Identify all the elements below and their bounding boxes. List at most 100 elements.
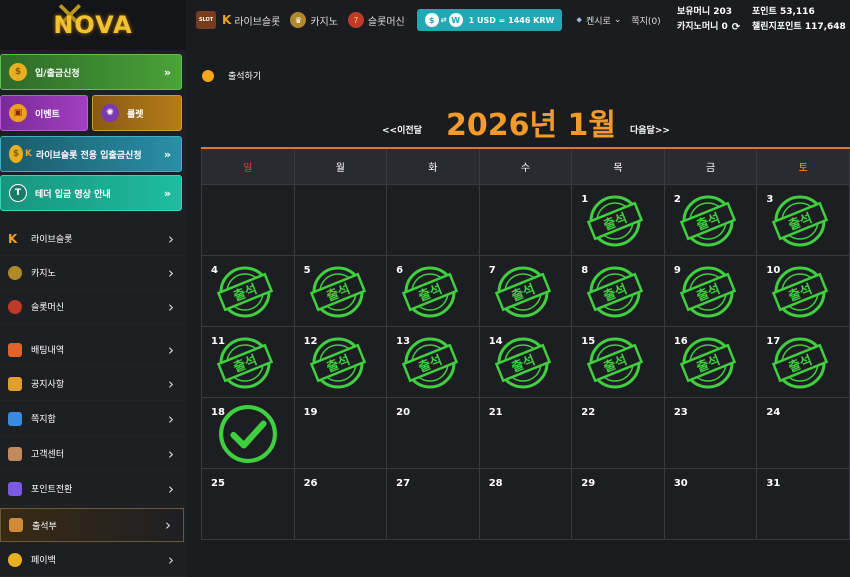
chevron-right-icon: › xyxy=(168,263,174,282)
calendar-week-row: 18 19 20 21 22 23 24 xyxy=(201,396,850,469)
chevron-right-icon: › xyxy=(168,297,174,316)
weekday-header: 화 xyxy=(386,147,480,185)
k-icon: K xyxy=(25,149,32,159)
sidebar-item-messages[interactable]: 쪽지함 › xyxy=(0,402,186,436)
calendar-empty-cell xyxy=(386,183,480,256)
attendance-stamp-icon: 출석 xyxy=(587,195,644,246)
sidebar-item-payback[interactable]: 페이백 › xyxy=(0,543,186,577)
calendar-day-cell: 7 출석 xyxy=(478,254,573,327)
attendance-stamp-icon: 출석 xyxy=(772,195,829,246)
calendar-day-cell: 28 xyxy=(478,467,573,540)
nav-live-slot[interactable]: K 라이브슬롯 xyxy=(222,13,280,28)
day-number: 29 xyxy=(581,477,596,489)
calendar-day-cell: 17 출석 xyxy=(756,325,850,398)
calendar-day-cell: 15 출석 xyxy=(571,325,665,398)
day-number: 31 xyxy=(766,477,781,489)
attendance-calendar: 일월화수목금토 1 출석 2 출석 3 출석 4 출석 5 출석 6 출석 7 … xyxy=(201,147,850,540)
sidebar-item-label: 포인트전환 xyxy=(31,485,73,495)
month-title: 2026년 1월 xyxy=(446,108,617,143)
nav-slot-machine[interactable]: 7 슬롯머신 xyxy=(347,12,405,28)
calendar-day-cell: 16 출석 xyxy=(663,325,758,398)
event-button[interactable]: ▣ 이벤트 xyxy=(0,95,88,131)
sidebar-item-bet-history[interactable]: 배팅내역 › xyxy=(0,333,186,367)
crown-icon: ♛ xyxy=(290,12,307,28)
exchange-rate-text: 1 USD = 1446 KRW xyxy=(468,15,555,25)
sidebar-item-attendance[interactable]: 출석부 › xyxy=(0,508,184,542)
calendar-day-cell: 29 xyxy=(571,467,665,540)
attendance-stamp-icon: 출석 xyxy=(772,266,829,317)
attendance-stamp-icon: 출석 xyxy=(679,337,736,388)
message-count: 쪽지(0) xyxy=(631,16,661,27)
weekday-header: 금 xyxy=(663,147,758,185)
calendar-day-cell: 5 출석 xyxy=(293,254,388,327)
calendar-day-cell: 13 출석 xyxy=(386,325,480,398)
chat-icon xyxy=(8,411,22,426)
attendance-stamp-icon: 출석 xyxy=(679,195,736,246)
day-number: 24 xyxy=(766,406,781,418)
sidebar-item-casino[interactable]: 카지노 › xyxy=(0,256,186,290)
calendar-day-cell: 18 xyxy=(201,396,295,469)
coins-icon: $ xyxy=(9,63,27,81)
coins-icon: $ xyxy=(9,145,23,163)
tether-guide-button[interactable]: T 테더 입금 영상 안내 » xyxy=(0,175,182,211)
payback-icon xyxy=(8,552,22,567)
sidebar-item-label: 카지노 xyxy=(31,269,56,279)
attendance-stamp-icon: 출석 xyxy=(401,266,459,317)
calendar-day-cell: 4 출석 xyxy=(201,254,295,327)
calendar-week-row: 4 출석 5 출석 6 출석 7 출석 8 출석 9 출석 10 출석 xyxy=(201,254,850,327)
exchange-icon xyxy=(8,481,22,496)
weekday-header: 목 xyxy=(571,147,665,185)
calendar-day-cell: 2 출석 xyxy=(663,183,758,256)
prev-month-link[interactable]: <<이전달 xyxy=(382,123,422,136)
chevron-right-icon: › xyxy=(168,444,174,463)
weekday-header: 토 xyxy=(756,147,850,185)
roulette-button[interactable]: ✺ 룰렛 xyxy=(92,95,182,131)
slot-icon xyxy=(8,299,22,314)
user-menu[interactable]: ⬥ 켄시로 ⌄ xyxy=(576,14,621,27)
attendance-stamp-icon: 출석 xyxy=(309,337,366,388)
next-month-link[interactable]: 다음달>> xyxy=(630,123,670,136)
message-link[interactable]: 쪽지(0) xyxy=(631,14,660,27)
attendance-stamp-icon: 출석 xyxy=(587,266,644,317)
nav-casino[interactable]: ♛ 카지노 xyxy=(290,12,338,28)
chevron-right-icon: › xyxy=(165,516,171,534)
event-label: 이벤트 xyxy=(35,109,60,120)
k-icon: K xyxy=(222,13,232,27)
sidebar-item-slot-machine[interactable]: 슬롯머신 › xyxy=(0,290,186,324)
calendar-empty-cell xyxy=(201,183,295,256)
live-slot-deposit-button[interactable]: $ K 라이브슬롯 전용 입출금신청 » xyxy=(0,136,182,172)
sidebar-item-notice[interactable]: 공지사항 › xyxy=(0,367,186,401)
attendance-stamp-icon: 출석 xyxy=(309,266,366,317)
sidebar-item-support[interactable]: 고객센터 › xyxy=(0,437,186,471)
title-dot-icon xyxy=(202,70,214,82)
refresh-icon[interactable]: ⟳ xyxy=(732,20,740,35)
day-number: 23 xyxy=(673,406,688,418)
roulette-label: 룰렛 xyxy=(127,109,144,120)
calendar-week-row: 25 26 27 28 29 30 31 xyxy=(201,467,850,540)
calendar-day-cell: 22 xyxy=(571,396,665,469)
attendance-stamp-icon: 출석 xyxy=(772,337,829,388)
sidebar-item-live-slot[interactable]: K 라이브슬롯 › xyxy=(0,222,186,256)
attendance-stamp-icon: 출석 xyxy=(216,266,274,317)
day-number: 28 xyxy=(488,477,503,489)
casino-money-row[interactable]: 카지노머니 0 ⟳ xyxy=(677,20,740,35)
attendance-stamp-icon: 출석 xyxy=(401,337,459,388)
hold-money: 보유머니 203 xyxy=(677,7,733,17)
receipt-icon xyxy=(8,342,22,357)
calendar-day-cell: 8 출석 xyxy=(571,254,665,327)
attendance-stamp-icon: 출석 xyxy=(494,266,551,317)
deposit-withdraw-button[interactable]: $ 입/출금신청 » xyxy=(0,54,182,90)
tether-icon: T xyxy=(9,184,27,202)
live-slot-deposit-label: 라이브슬롯 전용 입출금신청 xyxy=(35,150,142,161)
crown-icon xyxy=(8,265,22,280)
calendar-day-cell: 19 xyxy=(293,396,388,469)
casino-money: 카지노머니 0 xyxy=(677,22,728,32)
sidebar-item-point-convert[interactable]: 포인트전환 › xyxy=(0,472,186,506)
sidebar-item-label: 출석부 xyxy=(32,521,57,532)
day-number: 30 xyxy=(673,477,688,489)
site-logo[interactable]: ✕ NOVA xyxy=(0,0,186,50)
day-number: 19 xyxy=(303,406,318,418)
sidebar-item-label: 라이브슬롯 xyxy=(31,235,73,245)
chevron-right-icon: › xyxy=(168,340,174,359)
top-nav: SLOT K 라이브슬롯 ♛ 카지노 7 슬롯머신 $ ⇄ W 1 USD = … xyxy=(186,0,850,40)
